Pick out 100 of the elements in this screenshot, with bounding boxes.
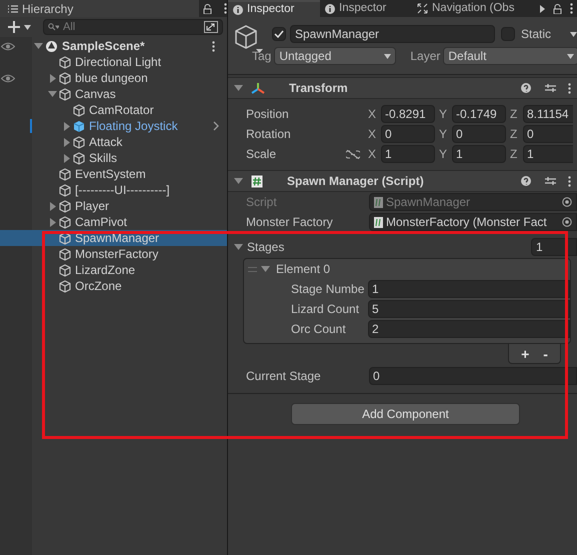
cube-icon [59,264,71,276]
script-icon [374,216,383,228]
caret-icon [24,24,31,30]
more-icon [224,3,227,14]
info-icon [325,4,335,14]
number-field[interactable]: 0 [523,125,573,143]
script-icon [374,196,383,208]
axis-label: Y [439,146,448,163]
panel-tab[interactable]: Hierarchy [0,0,199,17]
component-header[interactable]: Spawn Manager (Script) [228,170,577,192]
size-field[interactable]: 1 [531,238,577,256]
preset-icon [545,176,556,186]
tree-row[interactable]: Directional Light [0,54,227,70]
item-label: Floating Joystick [89,118,178,135]
tree-row[interactable]: OrcZone [0,278,227,294]
drag-handle-icon [248,266,257,272]
item-label: CamPivot [75,214,128,231]
tree-row[interactable]: Player [0,198,227,214]
number-field[interactable]: -0.1749 [452,105,506,123]
number-field[interactable]: 0 [369,367,577,385]
play-icon [540,4,545,12]
item-label: Player [75,198,110,215]
cube-icon [73,152,85,164]
cube-icon [59,168,71,180]
item-label: EventSystem [75,166,146,183]
help-icon [521,83,531,93]
number-field[interactable]: 1 [368,280,570,298]
tree-row[interactable]: CamRotator [0,102,227,118]
tree-row[interactable]: [---------UI----------] [0,182,227,198]
dropdown[interactable]: Default [443,47,577,65]
item-label: Skills [89,150,118,167]
item-label: LizardZone [75,262,136,279]
number-field[interactable]: 8.11154 [523,105,573,123]
add-component-button[interactable]: Add Component [291,403,520,425]
item-label: Attack [89,134,122,151]
tree-row[interactable]: SampleScene* [0,38,227,54]
number-field[interactable]: 1 [381,145,435,163]
static-checkbox[interactable] [501,27,515,41]
field-label: Position [246,106,290,123]
preset-icon [545,83,556,93]
add-element-button[interactable]: + [521,346,530,360]
number-field[interactable]: -0.8291 [381,105,435,123]
object-field[interactable]: MonsterFactory (Monster Fact [369,213,577,231]
lock-icon [203,4,212,14]
chevron-icon [213,121,219,131]
caret-icon [570,32,577,36]
tree-row[interactable]: MonsterFactory [0,246,227,262]
lock-icon [553,4,562,14]
tree-row[interactable]: LizardZone [0,262,227,278]
name-field[interactable]: SpawnManager [290,25,495,43]
cube-icon [73,104,85,116]
tree-row[interactable]: EventSystem [0,166,227,182]
cube-icon [73,120,85,132]
axis-label: Y [439,106,448,123]
cube-icon [59,248,71,260]
tree-row[interactable]: blue dungeon [0,70,227,86]
item-label: OrcZone [75,278,122,295]
tree-row[interactable]: Attack [0,134,227,150]
field-label: Script [246,194,278,211]
tree-row[interactable]: CamPivot [0,214,227,230]
tree-row[interactable]: Skills [0,150,227,166]
cube-icon [59,56,71,68]
info-icon [233,4,243,14]
layer-label: Layer [410,48,440,65]
number-field[interactable]: 0 [452,125,506,143]
list-icon [8,4,18,12]
tree-row[interactable]: Floating Joystick [0,118,227,134]
number-field[interactable]: 0 [381,125,435,143]
number-field[interactable]: 1 [452,145,506,163]
transform-icon [251,82,265,94]
item-label: SampleScene* [62,38,145,55]
axis-label: Y [439,126,448,143]
cube-icon [59,184,71,196]
dropdown[interactable]: Untagged [274,47,396,65]
item-label: CamRotator [89,102,154,119]
search-input[interactable]: All [63,18,200,36]
tab[interactable]: Inspector [228,0,320,17]
cube-icon [59,232,71,244]
item-label: SpawnManager [75,230,160,247]
plus-icon [8,21,20,33]
search-icon [48,23,59,31]
number-field[interactable]: 1 [523,145,573,163]
axis-label: Z [510,126,518,143]
component-header[interactable]: Transform [228,77,577,99]
active-checkbox[interactable] [272,27,286,41]
search-field[interactable]: All [43,19,223,35]
scene-icon [45,40,58,52]
caret-icon [567,54,574,58]
item-label: Directional Light [75,54,162,71]
cube-icon [73,136,85,148]
caret-icon [384,54,392,58]
remove-element-button[interactable]: - [543,346,548,360]
number-field[interactable]: 2 [368,320,570,338]
item-label: blue dungeon [75,70,148,87]
field-label: Monster Factory [246,214,334,231]
script-icon [251,174,263,188]
field-label: Stage Numbe [291,281,366,298]
number-field[interactable]: 5 [368,300,570,318]
more-icon [568,176,571,186]
tree-row[interactable]: Canvas [0,86,227,102]
